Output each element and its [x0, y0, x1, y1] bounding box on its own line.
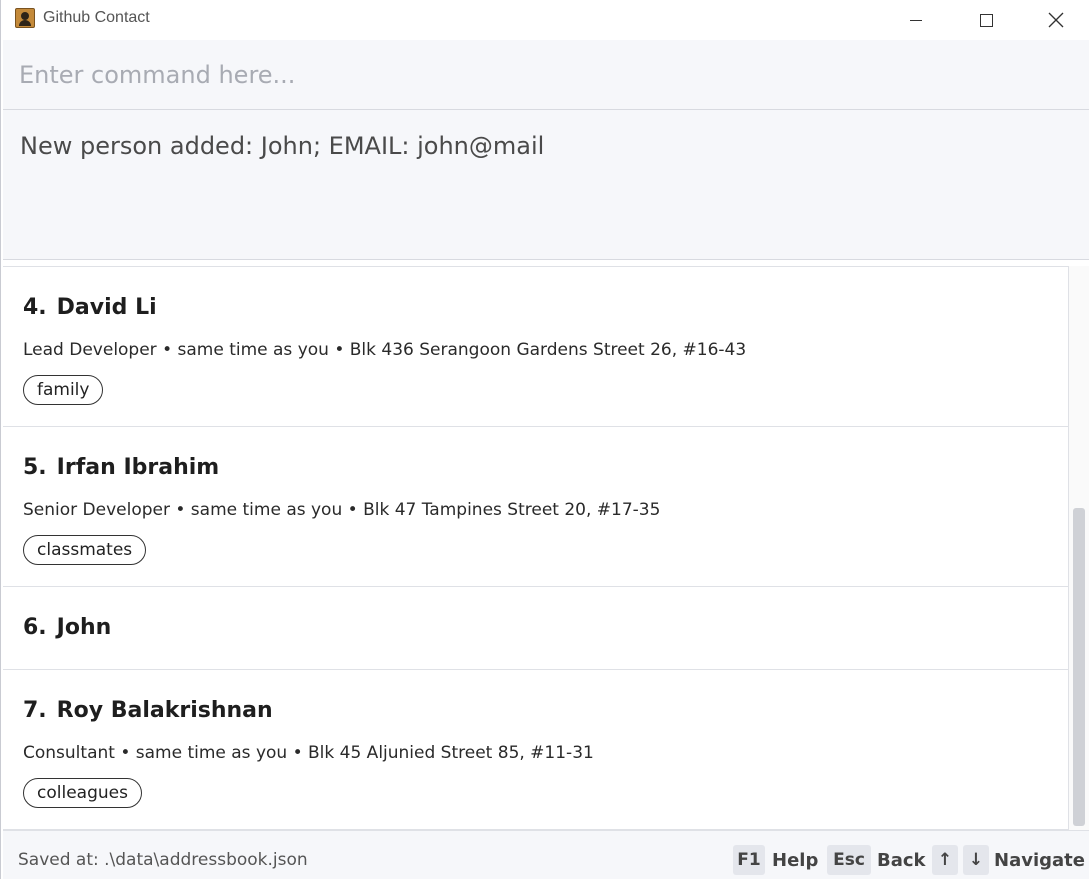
person-details: Lead Developer • same time as you • Blk …: [23, 340, 747, 360]
person-index: 4.: [23, 295, 47, 320]
person-tag: family: [23, 375, 104, 405]
maximize-icon: [979, 13, 993, 27]
maximize-button[interactable]: [956, 0, 1016, 40]
person-name-text: John: [56, 615, 112, 640]
person-name: 5. Irfan Ibrahim: [23, 455, 219, 480]
scrollbar-thumb[interactable]: [1073, 508, 1085, 826]
person-details: Consultant • same time as you • Blk 45 A…: [23, 743, 594, 763]
person-list[interactable]: 4. David Li Lead Developer • same time as…: [3, 266, 1069, 830]
close-button[interactable]: [1026, 0, 1086, 40]
person-name-text: Roy Balakrishnan: [56, 698, 273, 723]
person-index: 6.: [23, 615, 47, 640]
back-key[interactable]: Esc: [827, 845, 871, 875]
contact-book-icon: [15, 8, 35, 28]
close-icon: [1048, 12, 1064, 28]
person-details: Senior Developer • same time as you • Bl…: [23, 500, 661, 520]
person-name: 6. John: [23, 615, 111, 640]
save-location: Saved at: .\data\addressbook.json: [18, 850, 308, 870]
status-bar: Saved at: .\data\addressbook.json F1 Hel…: [3, 830, 1089, 879]
person-card[interactable]: 7. Roy Balakrishnan Consultant • same tim…: [3, 670, 1068, 830]
command-input[interactable]: [3, 40, 1089, 110]
back-label: Back: [877, 850, 926, 871]
command-box: [3, 40, 1089, 110]
person-name: 4. David Li: [23, 295, 157, 320]
up-arrow-key[interactable]: ↑: [932, 845, 958, 875]
person-card[interactable]: 6. John: [3, 587, 1068, 670]
app-window: Github Contact New person added: John; E…: [0, 0, 1090, 879]
navigate-label: Navigate: [994, 850, 1085, 871]
person-card[interactable]: 4. David Li Lead Developer • same time as…: [3, 267, 1068, 427]
person-tag: classmates: [23, 535, 147, 565]
person-name-text: David Li: [56, 295, 157, 320]
help-label: Help: [772, 850, 819, 871]
person-index: 7.: [23, 698, 47, 723]
minimize-button[interactable]: [886, 0, 946, 40]
minimize-icon: [910, 19, 922, 21]
person-card[interactable]: 5. Irfan Ibrahim Senior Developer • same …: [3, 427, 1068, 587]
result-message: New person added: John; EMAIL: john@mail: [20, 132, 545, 160]
window-title: Github Contact: [43, 9, 150, 26]
person-name: 7. Roy Balakrishnan: [23, 698, 273, 723]
help-key[interactable]: F1: [733, 845, 765, 875]
down-arrow-key[interactable]: ↓: [963, 845, 989, 875]
title-bar: Github Contact: [1, 0, 1090, 40]
person-name-text: Irfan Ibrahim: [56, 455, 220, 480]
scrollbar[interactable]: [1069, 266, 1089, 830]
result-display: New person added: John; EMAIL: john@mail: [3, 110, 1089, 260]
person-tag: colleagues: [23, 778, 142, 808]
person-index: 5.: [23, 455, 47, 480]
